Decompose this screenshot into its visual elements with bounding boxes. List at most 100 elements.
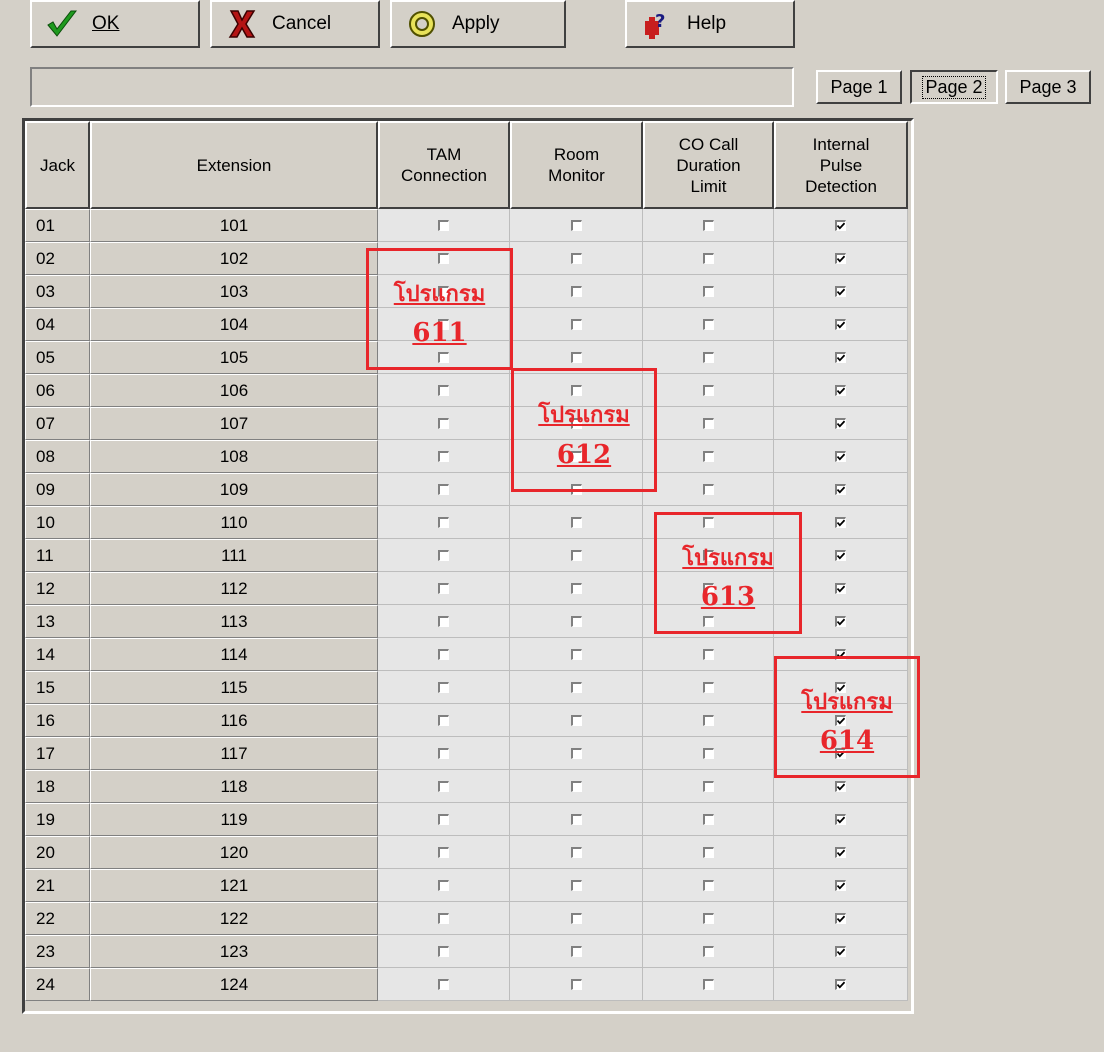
tam-connection-checkbox-cell[interactable] xyxy=(378,902,510,935)
internal-pulse-detection-checkbox[interactable] xyxy=(835,879,846,891)
internal-pulse-detection-checkbox-cell[interactable] xyxy=(774,374,908,407)
room-monitor-checkbox-cell[interactable] xyxy=(510,869,643,902)
co-call-duration-limit-checkbox[interactable] xyxy=(702,813,714,825)
tam-connection-checkbox[interactable] xyxy=(438,846,449,858)
co-call-duration-limit-checkbox-cell[interactable] xyxy=(643,407,774,440)
room-monitor-checkbox[interactable] xyxy=(570,252,582,264)
tam-connection-checkbox-cell[interactable] xyxy=(378,803,510,836)
extension-cell[interactable]: 102 xyxy=(90,242,378,275)
co-call-duration-limit-checkbox-cell[interactable] xyxy=(643,638,774,671)
room-monitor-checkbox[interactable] xyxy=(570,615,582,627)
internal-pulse-detection-checkbox-cell[interactable] xyxy=(774,275,908,308)
extension-cell[interactable]: 118 xyxy=(90,770,378,803)
internal-pulse-detection-checkbox-cell[interactable] xyxy=(774,308,908,341)
tam-connection-checkbox-cell[interactable] xyxy=(378,407,510,440)
apply-button[interactable]: Apply xyxy=(390,0,566,48)
internal-pulse-detection-checkbox[interactable] xyxy=(835,285,846,297)
room-monitor-checkbox-cell[interactable] xyxy=(510,638,643,671)
room-monitor-checkbox[interactable] xyxy=(570,945,582,957)
tam-connection-checkbox[interactable] xyxy=(438,384,449,396)
extension-cell[interactable]: 113 xyxy=(90,605,378,638)
room-monitor-checkbox[interactable] xyxy=(570,549,582,561)
internal-pulse-detection-checkbox[interactable] xyxy=(835,483,846,495)
tam-connection-checkbox-cell[interactable] xyxy=(378,671,510,704)
room-monitor-checkbox-cell[interactable] xyxy=(510,770,643,803)
internal-pulse-detection-checkbox-cell[interactable] xyxy=(774,836,908,869)
co-call-duration-limit-checkbox-cell[interactable] xyxy=(643,341,774,374)
co-call-duration-limit-checkbox[interactable] xyxy=(702,483,714,495)
tam-connection-checkbox[interactable] xyxy=(438,450,449,462)
tam-connection-checkbox-cell[interactable] xyxy=(378,737,510,770)
extension-cell[interactable]: 106 xyxy=(90,374,378,407)
room-monitor-checkbox-cell[interactable] xyxy=(510,836,643,869)
room-monitor-checkbox[interactable] xyxy=(570,912,582,924)
co-call-duration-limit-checkbox[interactable] xyxy=(702,285,714,297)
tam-connection-checkbox[interactable] xyxy=(438,483,449,495)
internal-pulse-detection-checkbox[interactable] xyxy=(835,219,846,231)
extension-cell[interactable]: 121 xyxy=(90,869,378,902)
internal-pulse-detection-checkbox[interactable] xyxy=(835,252,846,264)
tam-connection-checkbox-cell[interactable] xyxy=(378,209,510,242)
extension-cell[interactable]: 122 xyxy=(90,902,378,935)
internal-pulse-detection-checkbox[interactable] xyxy=(835,945,846,957)
room-monitor-checkbox-cell[interactable] xyxy=(510,605,643,638)
extension-cell[interactable]: 115 xyxy=(90,671,378,704)
room-monitor-checkbox-cell[interactable] xyxy=(510,242,643,275)
internal-pulse-detection-checkbox-cell[interactable] xyxy=(774,968,908,1001)
tam-connection-checkbox-cell[interactable] xyxy=(378,374,510,407)
extension-cell[interactable]: 114 xyxy=(90,638,378,671)
room-monitor-checkbox[interactable] xyxy=(570,846,582,858)
room-monitor-checkbox[interactable] xyxy=(570,978,582,990)
room-monitor-checkbox[interactable] xyxy=(570,780,582,792)
co-call-duration-limit-checkbox[interactable] xyxy=(702,681,714,693)
tam-connection-checkbox-cell[interactable] xyxy=(378,704,510,737)
co-call-duration-limit-checkbox-cell[interactable] xyxy=(643,671,774,704)
co-call-duration-limit-checkbox-cell[interactable] xyxy=(643,374,774,407)
extension-cell[interactable]: 101 xyxy=(90,209,378,242)
tam-connection-checkbox[interactable] xyxy=(438,747,449,759)
room-monitor-checkbox-cell[interactable] xyxy=(510,671,643,704)
extension-cell[interactable]: 117 xyxy=(90,737,378,770)
co-call-duration-limit-checkbox[interactable] xyxy=(702,945,714,957)
tam-connection-checkbox-cell[interactable] xyxy=(378,506,510,539)
co-call-duration-limit-checkbox-cell[interactable] xyxy=(643,209,774,242)
co-call-duration-limit-checkbox-cell[interactable] xyxy=(643,473,774,506)
cancel-button[interactable]: Cancel xyxy=(210,0,380,48)
internal-pulse-detection-checkbox-cell[interactable] xyxy=(774,473,908,506)
co-call-duration-limit-checkbox[interactable] xyxy=(702,648,714,660)
internal-pulse-detection-checkbox-cell[interactable] xyxy=(774,869,908,902)
room-monitor-checkbox-cell[interactable] xyxy=(510,737,643,770)
internal-pulse-detection-checkbox-cell[interactable] xyxy=(774,242,908,275)
tam-connection-checkbox[interactable] xyxy=(438,582,449,594)
extension-cell[interactable]: 112 xyxy=(90,572,378,605)
tam-connection-checkbox[interactable] xyxy=(438,879,449,891)
co-call-duration-limit-checkbox[interactable] xyxy=(702,252,714,264)
tam-connection-checkbox-cell[interactable] xyxy=(378,638,510,671)
page-2-button[interactable]: Page 2 xyxy=(910,70,998,104)
internal-pulse-detection-checkbox[interactable] xyxy=(835,516,846,528)
room-monitor-checkbox-cell[interactable] xyxy=(510,803,643,836)
room-monitor-checkbox[interactable] xyxy=(570,582,582,594)
co-call-duration-limit-checkbox[interactable] xyxy=(702,978,714,990)
tam-connection-checkbox[interactable] xyxy=(438,549,449,561)
co-call-duration-limit-checkbox[interactable] xyxy=(702,351,714,363)
co-call-duration-limit-checkbox-cell[interactable] xyxy=(643,308,774,341)
room-monitor-checkbox-cell[interactable] xyxy=(510,935,643,968)
co-call-duration-limit-checkbox[interactable] xyxy=(702,450,714,462)
tam-connection-checkbox[interactable] xyxy=(438,813,449,825)
internal-pulse-detection-checkbox[interactable] xyxy=(835,780,846,792)
tam-connection-checkbox-cell[interactable] xyxy=(378,473,510,506)
tam-connection-checkbox-cell[interactable] xyxy=(378,605,510,638)
co-call-duration-limit-checkbox-cell[interactable] xyxy=(643,242,774,275)
tam-connection-checkbox-cell[interactable] xyxy=(378,935,510,968)
co-call-duration-limit-checkbox[interactable] xyxy=(702,384,714,396)
room-monitor-checkbox[interactable] xyxy=(570,648,582,660)
tam-connection-checkbox[interactable] xyxy=(438,417,449,429)
tam-connection-checkbox-cell[interactable] xyxy=(378,869,510,902)
page-1-button[interactable]: Page 1 xyxy=(816,70,902,104)
tam-connection-checkbox[interactable] xyxy=(438,615,449,627)
internal-pulse-detection-checkbox[interactable] xyxy=(835,384,846,396)
room-monitor-checkbox[interactable] xyxy=(570,318,582,330)
extension-cell[interactable]: 124 xyxy=(90,968,378,1001)
internal-pulse-detection-checkbox[interactable] xyxy=(835,582,846,594)
